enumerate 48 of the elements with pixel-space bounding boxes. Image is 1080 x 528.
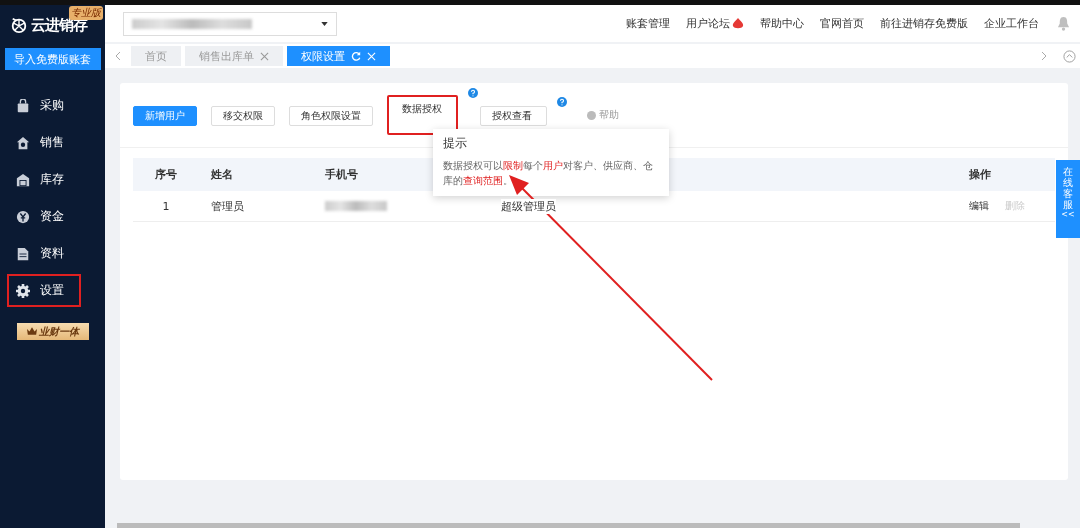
nav-link[interactable]: 账套管理	[626, 16, 670, 31]
company-select[interactable]	[123, 11, 337, 36]
crown-icon	[26, 327, 37, 336]
caret-icon	[321, 21, 328, 26]
close-icon[interactable]	[260, 51, 269, 61]
promo-button[interactable]: 业财一体	[16, 323, 89, 340]
blurred-phone	[325, 201, 387, 211]
hot-badge-icon	[732, 17, 744, 30]
coin-icon	[16, 209, 30, 224]
document-icon	[16, 246, 30, 261]
nav-link[interactable]: 帮助中心	[760, 16, 804, 31]
table-cell: 超级管理员	[501, 198, 556, 214]
gear-icon	[16, 283, 30, 298]
column-header: 操作	[969, 168, 991, 181]
column-header: 姓名	[211, 168, 233, 181]
sidebar-item[interactable]: 库存	[7, 163, 81, 196]
sidebar-item[interactable]: 采购	[7, 89, 81, 122]
table-cell-text: 1	[161, 199, 171, 213]
sidebar-item[interactable]: 销售	[7, 126, 81, 159]
sidebar-item[interactable]: 资料	[7, 237, 81, 270]
toolbar-button[interactable]: 授权查看	[480, 106, 547, 126]
tooltip-title: 提示	[443, 135, 468, 152]
column-header: 序号	[155, 168, 177, 181]
refresh-icon[interactable]	[351, 51, 361, 61]
question-icon[interactable]	[468, 88, 478, 98]
toolbar-button[interactable]: 数据授权	[387, 95, 458, 135]
help-icon	[587, 110, 596, 120]
nav-link[interactable]: 前往进销存免费版	[880, 16, 968, 31]
horizontal-scrollbar[interactable]	[117, 523, 1020, 528]
scroll-left-icon[interactable]	[115, 51, 121, 61]
question-icon[interactable]	[557, 97, 567, 107]
sidebar-item[interactable]: 设置	[7, 274, 81, 307]
notification-bell-icon[interactable]	[1057, 16, 1070, 31]
logo-icon	[10, 16, 28, 34]
sidebar-item[interactable]: 资金	[7, 200, 81, 233]
column-header: 手机号	[325, 168, 358, 181]
house-icon	[16, 172, 30, 187]
nav-link[interactable]: 用户论坛	[686, 16, 744, 31]
nav-link[interactable]: 企业工作台	[984, 16, 1039, 31]
toolbar-button[interactable]: 角色权限设置	[289, 106, 373, 126]
tooltip-text: 数据授权可以限制每个用户对客户、供应商、仓库的查询范围。	[443, 159, 654, 188]
table-cell-text: 管理员	[210, 198, 245, 214]
house-icon	[16, 135, 30, 150]
nav-link[interactable]: 官网首页	[820, 16, 864, 31]
action-link[interactable]: 编辑	[969, 199, 989, 213]
toolbar-button[interactable]: 移交权限	[211, 106, 275, 126]
bag-icon	[16, 98, 30, 113]
scroll-right-icon[interactable]	[1041, 51, 1047, 61]
